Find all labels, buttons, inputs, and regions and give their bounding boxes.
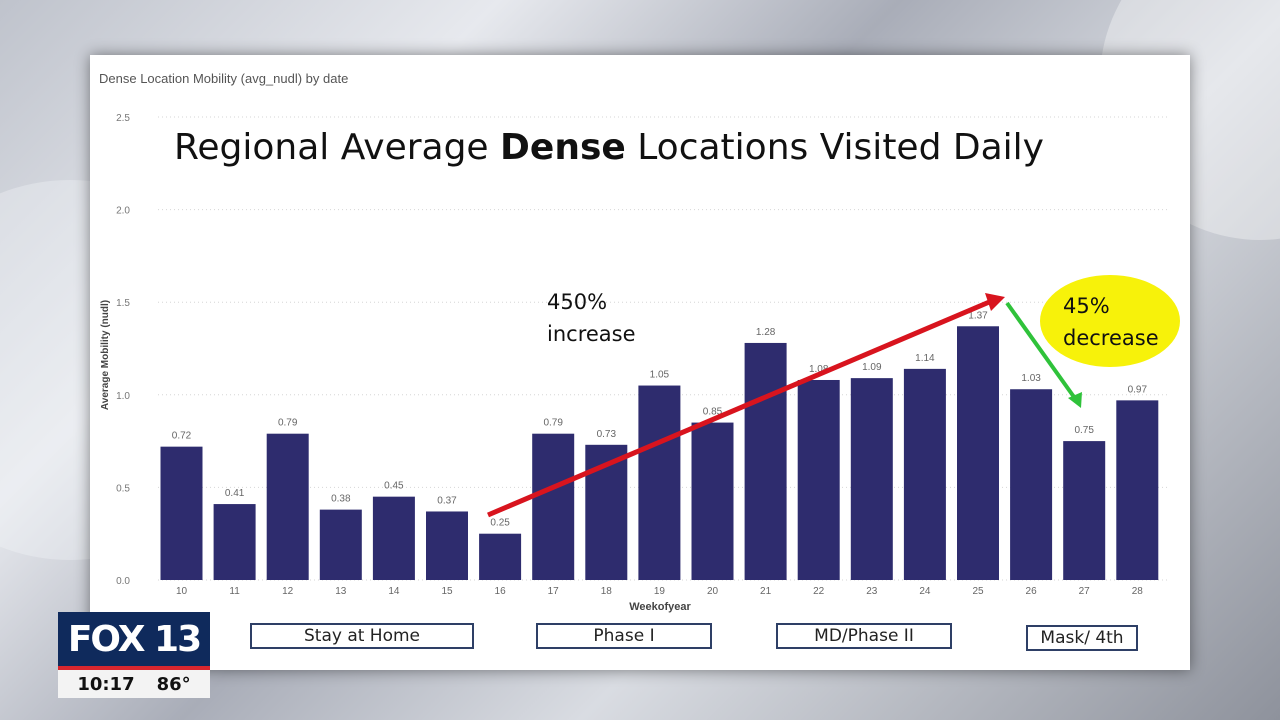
data-label: 1.09 xyxy=(862,362,882,373)
data-label: 0.72 xyxy=(172,431,192,442)
bar-week-25 xyxy=(957,326,999,580)
x-tick-label: 15 xyxy=(441,586,453,597)
data-label: 1.14 xyxy=(915,353,935,364)
data-label: 0.38 xyxy=(331,494,351,505)
y-tick-label: 0.0 xyxy=(116,576,130,587)
bar-week-24 xyxy=(903,368,946,580)
x-tick-label: 22 xyxy=(813,586,825,597)
bar-week-10 xyxy=(160,446,203,580)
bar-week-23 xyxy=(850,378,893,580)
x-tick-label: 14 xyxy=(388,586,400,597)
bar-week-12 xyxy=(266,433,309,580)
data-label: 1.03 xyxy=(1021,373,1041,384)
x-tick-label: 17 xyxy=(548,586,560,597)
x-tick-label: 24 xyxy=(919,586,931,597)
x-tick-label: 23 xyxy=(866,586,878,597)
x-tick-label: 19 xyxy=(654,586,666,597)
y-tick-label: 1.5 xyxy=(116,298,130,309)
x-tick-label: 11 xyxy=(229,586,240,597)
data-label: 0.45 xyxy=(384,481,404,492)
x-tick-label: 27 xyxy=(1079,586,1091,597)
x-tick-label: 10 xyxy=(176,586,188,597)
decrease-word-label: decrease xyxy=(1063,326,1159,350)
y-tick-label: 1.0 xyxy=(116,391,130,402)
data-label: 1.28 xyxy=(756,327,776,338)
x-tick-label: 16 xyxy=(495,586,507,597)
bar-week-13 xyxy=(319,509,362,580)
x-tick-label: 21 xyxy=(760,586,772,597)
x-tick-label: 12 xyxy=(282,586,294,597)
visual-title: Dense Location Mobility (avg_nudl) by da… xyxy=(99,71,348,86)
bar-week-14 xyxy=(372,496,415,580)
phase-2-box: MD/Phase II xyxy=(776,623,952,649)
x-tick-label: 20 xyxy=(707,586,719,597)
increase-word-label: increase xyxy=(547,322,636,346)
y-tick-label: 0.5 xyxy=(116,483,130,494)
data-label: 0.97 xyxy=(1128,384,1148,395)
bar-week-21 xyxy=(744,342,787,580)
bar-week-26 xyxy=(1010,389,1053,580)
phase-1-box: Phase I xyxy=(536,623,712,649)
decrease-percent-label: 45% xyxy=(1063,294,1110,318)
increase-percent-label: 450% xyxy=(547,290,607,314)
x-tick-label: 18 xyxy=(601,586,613,597)
bar-chart: Dense Location Mobility (avg_nudl) by da… xyxy=(99,71,1180,613)
time-temp-bar: 10:17 86° xyxy=(58,670,210,698)
data-label: 0.41 xyxy=(225,488,245,499)
x-tick-label: 13 xyxy=(335,586,347,597)
data-label: 1.05 xyxy=(650,370,670,381)
phase-mask-box: Mask/ 4th xyxy=(1026,625,1138,651)
bar-week-11 xyxy=(213,504,256,580)
bar-week-28 xyxy=(1116,400,1159,580)
x-tick-label: 26 xyxy=(1026,586,1038,597)
x-tick-label: 28 xyxy=(1132,586,1144,597)
data-label: 0.25 xyxy=(490,518,510,529)
data-label: 0.73 xyxy=(597,429,617,440)
station-logo: FOX 13 xyxy=(58,612,210,670)
bar-week-19 xyxy=(638,385,681,580)
x-tick-label: 25 xyxy=(972,586,984,597)
data-label: 0.75 xyxy=(1074,425,1094,436)
x-axis-label: Weekofyear xyxy=(629,601,691,613)
data-label: 0.79 xyxy=(278,418,298,429)
clock-time: 10:17 xyxy=(77,673,135,695)
bar-week-17 xyxy=(532,433,575,580)
data-label: 0.37 xyxy=(437,495,457,506)
chart-panel: Dense Location Mobility (avg_nudl) by da… xyxy=(90,55,1190,670)
bar-week-27 xyxy=(1063,441,1106,580)
bar-week-16 xyxy=(479,533,522,580)
y-tick-label: 2.5 xyxy=(116,113,130,124)
data-label: 0.79 xyxy=(543,418,563,429)
bar-week-22 xyxy=(797,379,840,580)
phase-stay-at-home-box: Stay at Home xyxy=(250,623,474,649)
y-axis-label: Average Mobility (nudl) xyxy=(100,300,111,410)
bar-week-20 xyxy=(691,422,734,580)
temperature: 86° xyxy=(156,673,191,695)
bar-week-15 xyxy=(426,511,468,580)
decrease-highlight xyxy=(1040,275,1180,367)
slide-title: Regional Average Dense Locations Visited… xyxy=(174,127,1044,168)
y-tick-label: 2.0 xyxy=(116,206,130,217)
fox13-logo-bug: FOX 13 10:17 86° xyxy=(58,612,210,698)
